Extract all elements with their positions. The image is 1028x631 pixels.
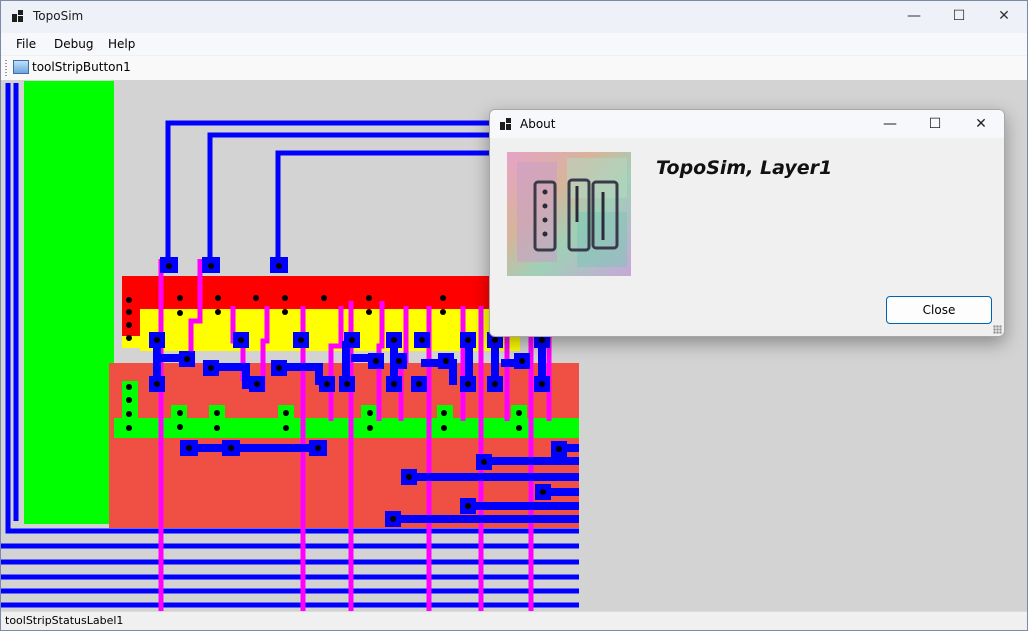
dialog-maximize-button[interactable]: ☐ <box>912 110 958 138</box>
menu-help[interactable]: Help <box>108 37 135 51</box>
main-window: TopoSim — ☐ ✕ File Debug Help toolStripB… <box>0 0 1028 631</box>
dialog-minimize-button[interactable]: — <box>867 110 913 138</box>
dialog-title: About <box>520 117 556 131</box>
about-dialog: About — ☐ ✕ TopoSim, Layer1 Close <box>489 109 1005 337</box>
status-label: toolStripStatusLabel1 <box>5 614 124 627</box>
app-icon <box>500 118 512 130</box>
toolbar: toolStripButton1 <box>1 56 1027 80</box>
maximize-button[interactable]: ☐ <box>936 1 982 31</box>
menu-bar: File Debug Help <box>1 33 1027 55</box>
vdd-rail <box>24 81 114 524</box>
window-title: TopoSim <box>33 9 84 23</box>
app-icon <box>12 10 24 22</box>
dialog-title-bar[interactable]: About — ☐ ✕ <box>490 110 1004 138</box>
title-bar[interactable]: TopoSim — ☐ ✕ <box>1 1 1027 33</box>
close-window-button[interactable]: ✕ <box>981 1 1027 31</box>
diffusion-top <box>122 276 502 310</box>
resize-grip[interactable] <box>993 325 1002 334</box>
toolbar-grip[interactable] <box>5 60 7 76</box>
status-bar: toolStripStatusLabel1 <box>1 611 1027 630</box>
menu-file[interactable]: File <box>16 37 36 51</box>
about-heading: TopoSim, Layer1 <box>656 157 833 179</box>
image-icon[interactable] <box>13 60 29 74</box>
dialog-close-icon[interactable]: ✕ <box>958 110 1004 138</box>
close-button[interactable]: Close <box>886 296 992 324</box>
menu-debug[interactable]: Debug <box>54 37 93 51</box>
toolstrip-button-1[interactable]: toolStripButton1 <box>32 60 131 74</box>
minimize-button[interactable]: — <box>891 1 937 31</box>
chip-photo <box>507 152 631 276</box>
